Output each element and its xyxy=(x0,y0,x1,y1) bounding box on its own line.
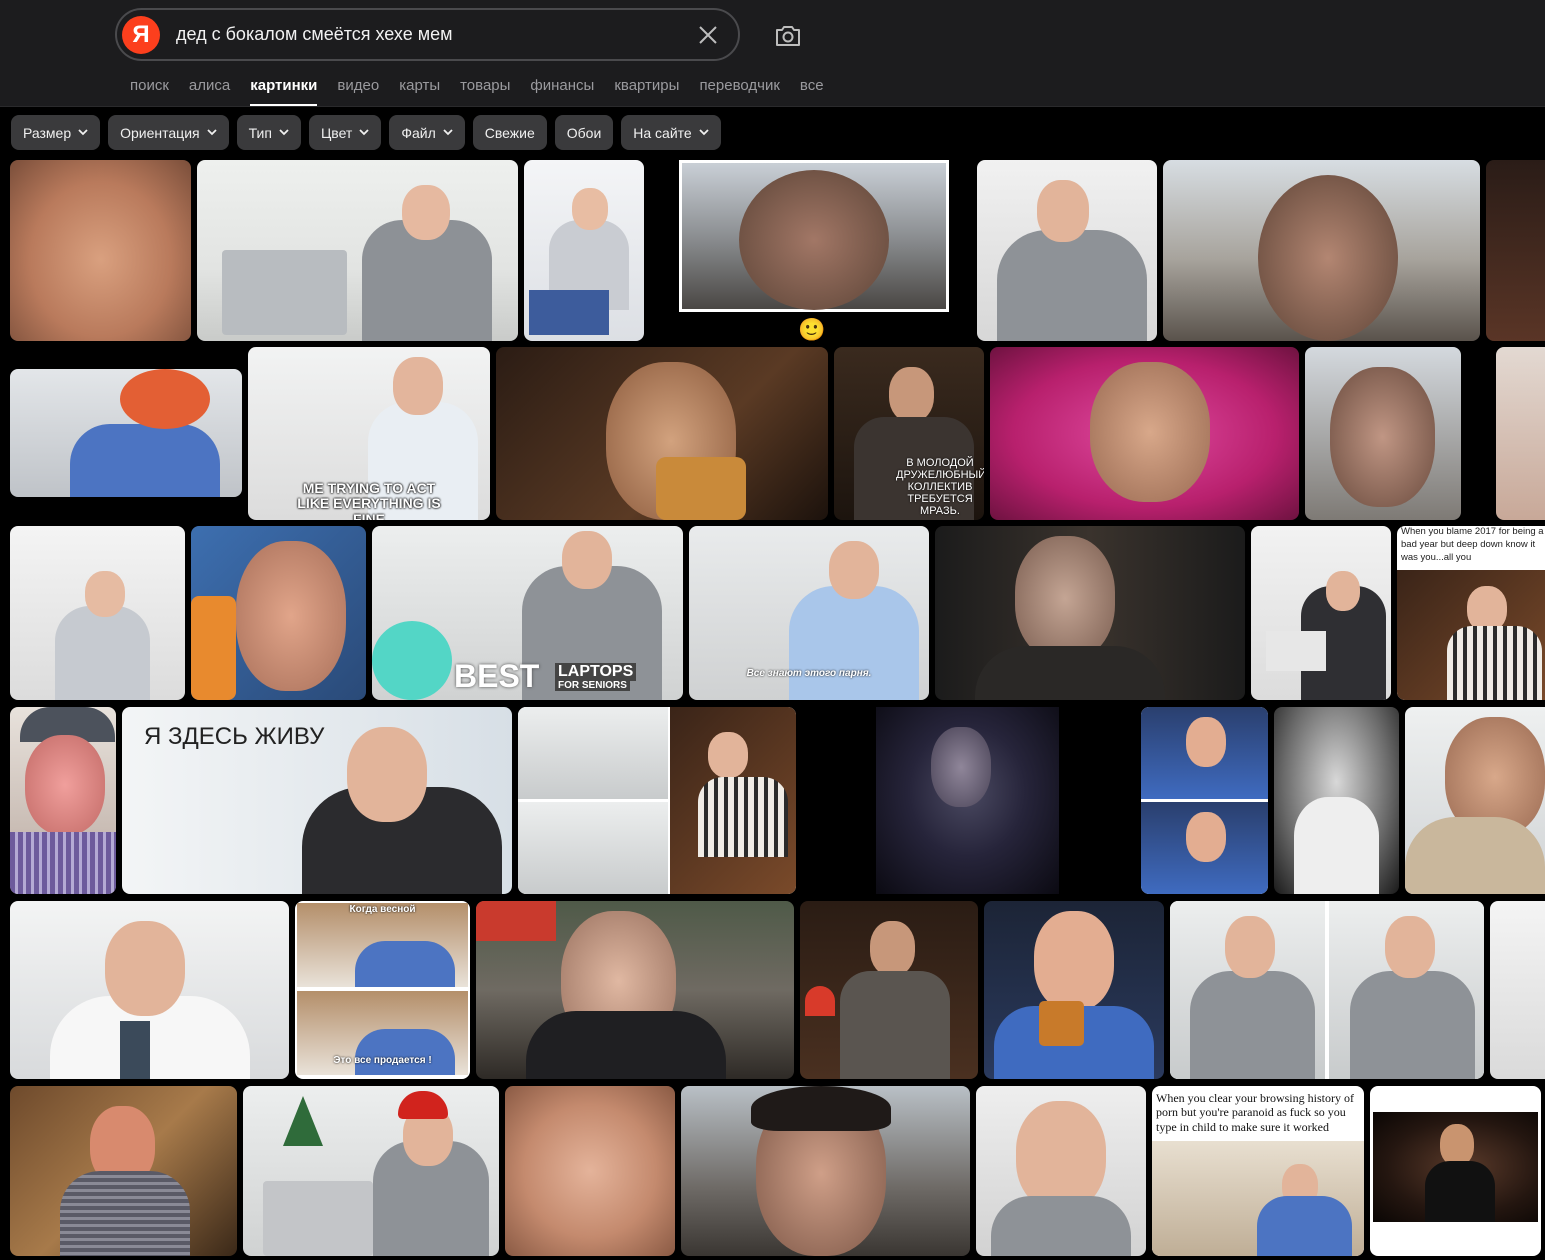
tab-alice[interactable]: алиса xyxy=(189,77,230,94)
image-result[interactable]: ME TRYING TO ACT LIKE EVERYTHING IS FINE xyxy=(248,347,490,520)
tab-translator[interactable]: переводчик xyxy=(699,77,779,94)
image-result[interactable] xyxy=(10,1086,237,1256)
image-result[interactable] xyxy=(197,160,518,341)
camera-icon[interactable] xyxy=(773,22,803,50)
image-result[interactable] xyxy=(1251,526,1391,700)
close-icon[interactable] xyxy=(696,23,720,47)
image-result[interactable] xyxy=(524,160,644,341)
image-result[interactable]: Все знают этого парня. xyxy=(689,526,929,700)
image-result[interactable]: When you clear your browsing history of … xyxy=(1152,1086,1364,1256)
search-box[interactable]: Я дед с бокалом смеётся хехе мем xyxy=(115,8,740,61)
filter-fresh[interactable]: Свежие xyxy=(472,115,547,150)
image-result[interactable] xyxy=(1163,160,1480,341)
image-result[interactable] xyxy=(10,369,242,497)
image-result[interactable] xyxy=(1170,901,1484,1079)
meme-caption: В МОЛОДОЙ ДРУЖЕЛЮБНЫЙ КОЛЛЕКТИВ ТРЕБУЕТС… xyxy=(896,457,984,518)
tab-all[interactable]: все xyxy=(800,77,824,94)
image-result[interactable] xyxy=(977,160,1157,341)
filter-label: Файл xyxy=(401,124,436,141)
image-result[interactable] xyxy=(496,347,828,520)
image-result[interactable] xyxy=(10,160,191,341)
chevron-down-icon xyxy=(206,129,217,136)
tab-images[interactable]: картинки xyxy=(250,77,318,106)
meme-caption: LAPTOPS xyxy=(555,663,637,681)
image-result[interactable] xyxy=(10,901,289,1079)
chevron-down-icon xyxy=(443,129,453,136)
chevron-down-icon xyxy=(699,129,709,136)
image-result[interactable] xyxy=(876,707,1059,894)
filter-type[interactable]: Тип xyxy=(236,115,301,150)
image-result[interactable] xyxy=(10,707,116,894)
tab-maps[interactable]: карты xyxy=(399,77,440,94)
image-result[interactable] xyxy=(1274,707,1399,894)
filter-label: Ориентация xyxy=(120,124,200,141)
tab-goods[interactable]: товары xyxy=(460,77,510,94)
yandex-logo[interactable]: Я xyxy=(122,16,160,54)
image-result[interactable] xyxy=(505,1086,675,1256)
filter-file[interactable]: Файл xyxy=(389,115,465,150)
image-result[interactable] xyxy=(518,707,796,894)
meme-caption: BEST xyxy=(454,658,540,694)
filter-label: Размер xyxy=(23,124,72,141)
image-result[interactable] xyxy=(800,901,978,1079)
meme-caption: When you blame 2017 for being a bad year… xyxy=(1401,526,1544,563)
filter-bar: Размер Ориентация Тип Цвет Файл Свежие О… xyxy=(11,115,721,150)
search-input[interactable]: дед с бокалом смеётся хехе мем xyxy=(176,24,453,45)
filter-label: Обои xyxy=(566,124,602,141)
image-result[interactable]: When you blame 2017 for being a bad year… xyxy=(1397,526,1545,700)
image-result[interactable] xyxy=(990,347,1299,520)
meme-caption: Когда весной xyxy=(349,904,416,915)
meme-caption: ME TRYING TO ACT LIKE EVERYTHING IS FINE xyxy=(297,480,441,520)
service-tabs: поиск алиса картинки видео карты товары … xyxy=(130,77,824,106)
header: Я дед с бокалом смеётся хехе мем поиск а… xyxy=(0,0,1545,107)
chevron-down-icon xyxy=(78,129,88,136)
image-result[interactable] xyxy=(1370,1086,1541,1256)
meme-caption: Все знают этого парня. xyxy=(746,668,872,679)
image-result[interactable] xyxy=(1486,160,1545,341)
meme-caption: Это все продается ! xyxy=(333,1055,432,1066)
image-result[interactable] xyxy=(1496,347,1545,520)
chevron-down-icon xyxy=(279,129,289,136)
filter-label: На сайте xyxy=(633,124,692,141)
tab-finance[interactable]: финансы xyxy=(530,77,594,94)
image-result[interactable] xyxy=(1405,707,1545,894)
meme-caption: When you clear your browsing history of … xyxy=(1156,1091,1354,1134)
image-result[interactable] xyxy=(976,1086,1146,1256)
filter-wallpapers[interactable]: Обои xyxy=(554,115,614,150)
filter-orientation[interactable]: Ориентация xyxy=(108,115,229,150)
tab-search[interactable]: поиск xyxy=(130,77,169,94)
image-result[interactable] xyxy=(679,160,949,312)
filter-size[interactable]: Размер xyxy=(11,115,101,150)
image-result[interactable] xyxy=(1490,901,1545,1079)
image-result[interactable] xyxy=(476,901,794,1079)
image-result[interactable] xyxy=(935,526,1245,700)
meme-caption: Я ЗДЕСЬ ЖИВУ xyxy=(144,723,325,750)
filter-label: Свежие xyxy=(484,124,535,141)
image-result[interactable] xyxy=(681,1086,970,1256)
image-result[interactable] xyxy=(984,901,1164,1079)
filter-label: Тип xyxy=(248,124,272,141)
image-result[interactable] xyxy=(10,526,185,700)
smile-icon: 🙂 xyxy=(798,317,826,342)
filter-label: Цвет xyxy=(320,124,353,141)
image-result[interactable]: Когда весной Это все продается ! xyxy=(295,901,470,1079)
image-result[interactable]: BEST LAPTOPS FOR SENIORS xyxy=(372,526,683,700)
filter-on-site[interactable]: На сайте xyxy=(621,115,721,150)
image-result[interactable] xyxy=(1305,347,1461,520)
meme-caption: FOR SENIORS xyxy=(555,680,630,691)
tab-realty[interactable]: квартиры xyxy=(614,77,679,94)
image-result[interactable] xyxy=(243,1086,499,1256)
filter-color[interactable]: Цвет xyxy=(308,115,382,150)
tab-video[interactable]: видео xyxy=(337,77,379,94)
chevron-down-icon xyxy=(359,129,369,136)
image-result[interactable] xyxy=(1141,707,1268,894)
image-result[interactable]: В МОЛОДОЙ ДРУЖЕЛЮБНЫЙ КОЛЛЕКТИВ ТРЕБУЕТС… xyxy=(834,347,984,520)
image-result[interactable]: Я ЗДЕСЬ ЖИВУ xyxy=(122,707,512,894)
image-result[interactable] xyxy=(191,526,366,700)
